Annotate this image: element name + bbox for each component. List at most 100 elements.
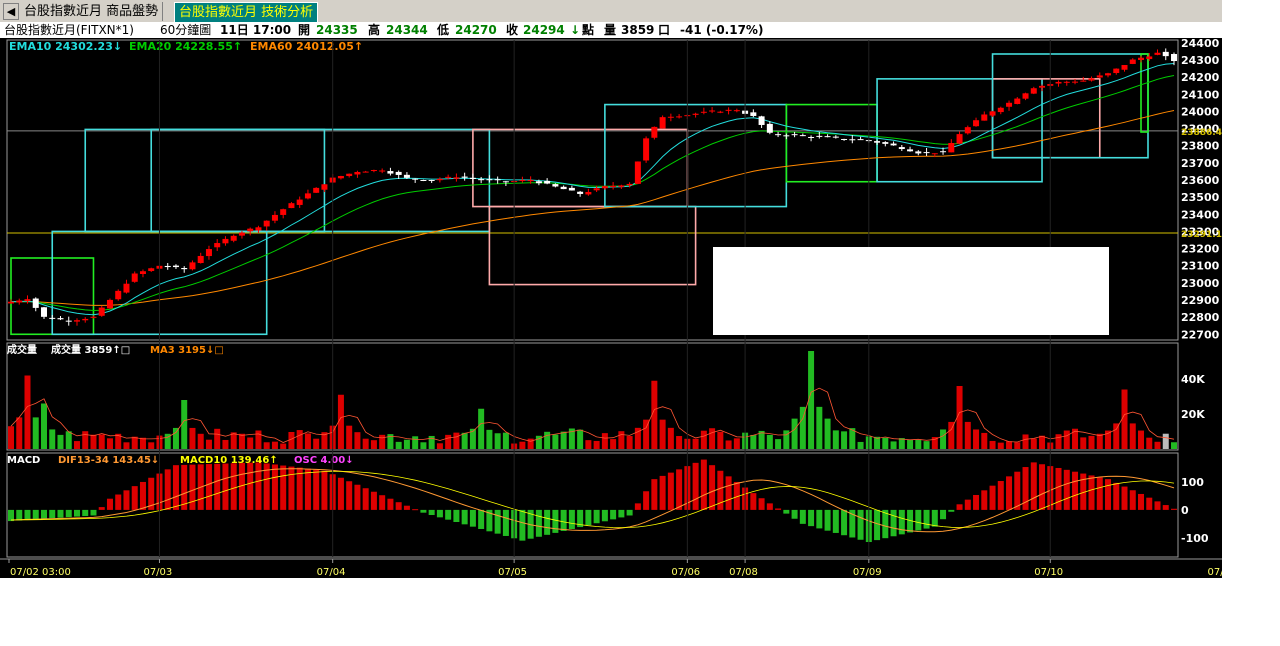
osc-bar [618,509,625,518]
volume-bar [271,441,278,449]
candle-body [222,238,229,244]
osc-bar [445,509,452,520]
candle-body [535,181,542,184]
osc-bar [725,476,732,510]
candle-body [288,203,295,209]
candle-body [973,120,980,127]
osc-bar [288,466,295,510]
price-tick-label: 23700 [1181,157,1220,170]
candle-body [956,134,963,144]
volume-bar [263,442,270,449]
osc-bar [1030,462,1037,510]
candle-body [964,127,971,134]
volume-bar [403,439,410,449]
candle-body [915,151,922,154]
price-tick-label: 23400 [1181,208,1220,221]
candle-body [354,171,361,175]
volume-bar [1055,434,1062,449]
macd-legend-0: MACD [7,455,40,466]
volume-bar [486,429,493,449]
osc-bar [478,509,485,529]
candle-body [931,153,938,155]
candle-body [469,177,476,179]
candle-body [882,142,889,144]
candle-body [40,307,47,317]
candle-body [610,185,617,188]
volume-bar [1154,441,1161,449]
osc-bar [791,509,798,519]
candle-body [1096,75,1103,78]
candle-body [115,290,122,300]
candle-body [164,265,171,268]
candle-body [478,179,485,181]
candle-body [321,184,328,190]
osc-bar [808,509,815,527]
volume-bar [552,434,559,449]
osc-bar [601,509,608,522]
candle-body [420,180,427,182]
osc-bar [395,502,402,510]
osc-bar [436,509,443,518]
candle-body [139,271,146,275]
osc-bar [172,465,179,510]
candle-body [733,110,740,112]
price-tick-label: 23100 [1181,260,1220,273]
volume-tick-label: 40K [1181,373,1205,386]
volume-bar [593,440,600,449]
candle-body [73,320,80,322]
volume-bar [40,403,47,449]
osc-bar [189,464,196,510]
volume-bar [461,432,468,449]
osc-bar [915,509,922,531]
volume-bar [230,432,237,449]
candle-body [387,171,394,174]
volume-bar [816,406,823,449]
volume-bar [527,438,534,449]
volume-bar [420,442,427,449]
volume-bar [667,427,674,449]
volume-bar [181,400,188,449]
osc-bar [874,509,881,541]
price-legend-ema10: EMA10 24302.23↓ [9,40,122,53]
x-axis-label: 07/08 [729,567,758,578]
volume-bar [882,437,889,449]
candle-body [370,170,377,172]
candle-body [106,299,113,309]
osc-bar [1014,471,1021,510]
x-axis-label: 07/05 [498,567,527,578]
osc-bar [412,509,419,511]
candle-body [230,235,237,241]
volume-bar [1129,423,1136,449]
candle-body [750,112,757,116]
osc-bar [32,509,39,520]
volume-bar [907,439,914,449]
volume-bar [973,429,980,449]
osc-bar [494,509,501,534]
candle-body [65,320,72,322]
osc-bar [321,470,328,510]
osc-bar [783,509,790,514]
candle-body [337,176,344,179]
osc-bar [568,509,575,530]
x-axis-label: 07/06 [671,567,700,578]
osc-bar [956,504,963,510]
candle-body [874,141,881,143]
candle-body [238,232,245,236]
volume-bar [445,434,452,449]
osc-bar [1088,475,1095,510]
candle-body [428,179,435,181]
osc-bar [1072,471,1079,510]
candle-body [700,111,707,113]
osc-bar [362,488,369,510]
candle-body [618,185,625,187]
volume-bar [700,430,707,449]
volume-bar [1030,438,1037,449]
volume-bar [585,440,592,449]
candle-body [634,161,641,184]
volume-bar [346,425,353,449]
volume-bar [577,429,584,449]
volume-bar [659,419,666,449]
osc-bar [1055,467,1062,510]
volume-bar [775,439,782,449]
osc-bar [1006,476,1013,510]
